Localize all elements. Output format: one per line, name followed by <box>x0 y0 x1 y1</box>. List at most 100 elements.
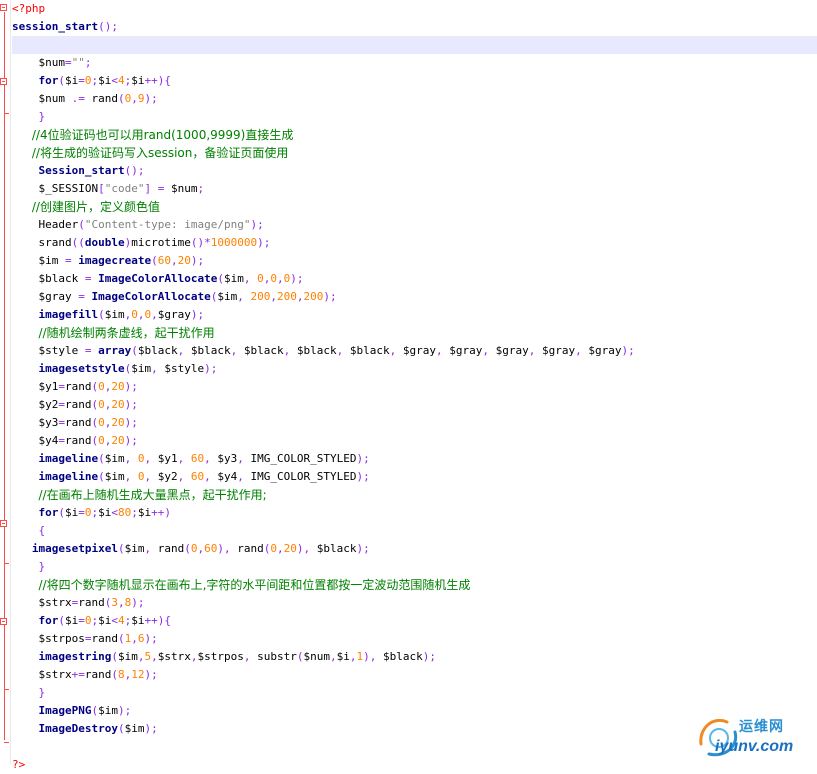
code-line[interactable]: } <box>12 108 817 126</box>
current-code-line[interactable] <box>12 36 817 54</box>
code-token: .= <box>71 92 85 105</box>
code-line[interactable]: for($i=0;$i<4;$i++){ <box>12 72 817 90</box>
code-token: , <box>151 650 158 663</box>
code-token: ); <box>290 272 304 285</box>
fold-toggle-icon[interactable] <box>0 4 7 11</box>
code-token: session_start <box>12 20 99 33</box>
code-line[interactable]: imageline($im, 0, $y2, 60, $y4, IMG_COLO… <box>12 468 817 486</box>
fold-toggle-icon[interactable] <box>0 78 7 85</box>
code-token: ); <box>356 470 370 483</box>
code-line[interactable]: $strx=rand(3,8); <box>12 594 817 612</box>
code-token: ); <box>422 650 436 663</box>
code-line[interactable]: $num .= rand(0,9); <box>12 90 817 108</box>
code-line[interactable]: $y2=rand(0,20); <box>12 396 817 414</box>
code-token: imagefill <box>38 308 99 321</box>
code-line[interactable]: } <box>12 684 817 702</box>
code-token: $y1 <box>157 452 178 465</box>
code-line[interactable]: imagesetstyle($im, $style); <box>12 360 817 378</box>
code-editor[interactable]: <?php session_start(); $num=""; for($i=0;… <box>0 0 817 771</box>
code-token: $y1 <box>38 380 59 393</box>
code-token: rand <box>91 632 118 645</box>
code-token: $gray <box>449 344 483 357</box>
code-token: = <box>58 398 65 411</box>
code-token: $gray <box>542 344 576 357</box>
code-token: 60 <box>190 470 205 483</box>
code-line[interactable]: session_start(); <box>12 18 817 36</box>
code-line[interactable]: //随机绘制两条虚线，起干扰作用 <box>12 324 817 342</box>
code-token: $num <box>303 650 330 663</box>
code-line[interactable]: Session_start(); <box>12 162 817 180</box>
code-line[interactable]: //将生成的验证码写入session，备验证页面使用 <box>12 144 817 162</box>
code-line[interactable]: srand((double)microtime()*1000000); <box>12 234 817 252</box>
code-token: = <box>58 434 65 447</box>
code-line[interactable]: imageline($im, 0, $y1, 60, $y3, IMG_COLO… <box>12 450 817 468</box>
code-line[interactable]: $num=""; <box>12 54 817 72</box>
code-token: } <box>38 110 46 123</box>
code-line[interactable]: imagesetpixel($im, rand(0,60), rand(0,20… <box>12 540 817 558</box>
code-token: $y4 <box>217 470 238 483</box>
fold-toggle-icon[interactable] <box>0 618 7 625</box>
code-line[interactable]: //创建图片，定义颜色值 <box>12 198 817 216</box>
code-line[interactable]: { <box>12 522 817 540</box>
code-token: ); <box>131 596 145 609</box>
code-line[interactable]: } <box>12 558 817 576</box>
code-line[interactable]: $strpos=rand(1,6); <box>12 630 817 648</box>
code-token: = <box>65 254 72 267</box>
code-line[interactable]: for($i=0;$i<80;$i++) <box>12 504 817 522</box>
code-token: $im <box>124 542 145 555</box>
code-token: "Content-type: image/png" <box>84 218 251 231</box>
code-token: rand <box>84 668 112 681</box>
code-line[interactable]: Header("Content-type: image/png"); <box>12 216 817 234</box>
code-line[interactable]: $style = array($black, $black, $black, $… <box>12 342 817 360</box>
code-line[interactable]: //4位验证码也可以用rand(1000,9999)直接生成 <box>12 126 817 144</box>
code-token: $strx <box>38 668 72 681</box>
code-token: ){ <box>157 74 171 87</box>
code-line[interactable]: <?php <box>12 0 817 18</box>
code-line[interactable]: $y1=rand(0,20); <box>12 378 817 396</box>
code-token: , <box>170 254 178 267</box>
code-line[interactable]: $black = ImageColorAllocate($im, 0,0,0); <box>12 270 817 288</box>
code-line[interactable]: $strx+=rand(8,12); <box>12 666 817 684</box>
code-token: $y2 <box>38 398 59 411</box>
code-token: ImagePNG <box>38 704 92 717</box>
code-token: $_SESSION <box>38 182 99 195</box>
code-line[interactable]: $gray = ImageColorAllocate($im, 200,200,… <box>12 288 817 306</box>
code-line[interactable]: $y4=rand(0,20); <box>12 432 817 450</box>
code-token: $black <box>137 344 178 357</box>
code-token: 0 <box>98 380 105 393</box>
code-token: } <box>38 560 46 573</box>
code-line[interactable]: imagefill($im,0,0,$gray); <box>12 306 817 324</box>
code-line[interactable]: $y3=rand(0,20); <box>12 414 817 432</box>
code-line[interactable]: $_SESSION["code"] = $num; <box>12 180 817 198</box>
code-line[interactable]: //在画布上随机生成大量黑点，起干扰作用; <box>12 486 817 504</box>
fold-gutter <box>0 0 11 764</box>
code-token: 0 <box>84 506 92 519</box>
code-line[interactable]: $im = imagecreate(60,20); <box>12 252 817 270</box>
code-line[interactable]: //将四个数字随机显示在画布上,字符的水平间距和位置都按一定波动范围随机生成 <box>12 576 817 594</box>
code-token: = <box>84 272 92 285</box>
fold-toggle-icon[interactable] <box>0 520 7 527</box>
code-line[interactable]: imagestring($im,5,$strx,$strpos, substr(… <box>12 648 817 666</box>
code-token: double <box>84 236 125 249</box>
code-token: ; <box>197 182 205 195</box>
code-line[interactable]: for($i=0;$i<4;$i++){ <box>12 612 817 630</box>
